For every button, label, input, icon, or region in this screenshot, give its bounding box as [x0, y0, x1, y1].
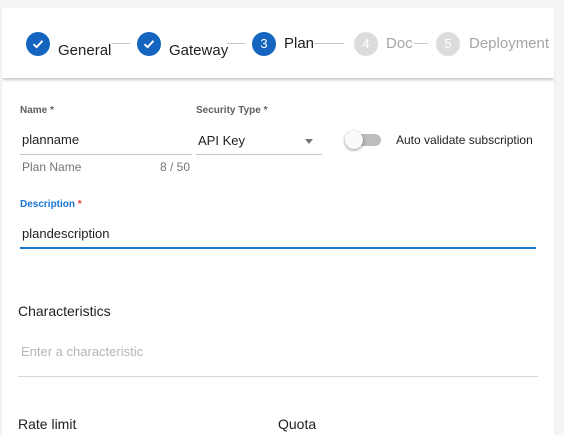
- wizard-stepper: General Gateway 3 Plan 4 Doc 5 Deploymen…: [2, 8, 554, 78]
- characteristics-title: Characteristics: [18, 303, 111, 319]
- security-type-label: Security Type *: [196, 105, 268, 116]
- step-plan-circle: 3: [252, 32, 276, 56]
- step-general-label: General: [58, 42, 112, 59]
- step-connector: [112, 43, 130, 44]
- step-deployment-label: Deployment: [469, 35, 550, 52]
- description-underline: [20, 247, 536, 249]
- step-gateway-label: Gateway: [169, 42, 229, 59]
- characteristic-underline: [18, 376, 538, 377]
- characteristic-input[interactable]: Enter a characteristic: [21, 344, 143, 359]
- rate-limit-title: Rate limit: [18, 416, 77, 432]
- step-doc-label: Doc: [386, 35, 413, 52]
- step-connector: [227, 43, 245, 44]
- description-input[interactable]: plandescription: [22, 226, 109, 241]
- auto-validate-toggle-thumb[interactable]: [345, 131, 363, 149]
- name-label: Name *: [20, 105, 54, 116]
- auto-validate-label: Auto validate subscription: [396, 133, 533, 147]
- security-type-select[interactable]: API Key: [198, 133, 245, 148]
- description-label-text: Description: [20, 199, 76, 210]
- step-doc-circle: 4: [354, 32, 378, 56]
- name-label-text: Name: [20, 105, 48, 116]
- name-input-underline: [20, 154, 192, 155]
- required-mark: *: [263, 105, 268, 116]
- check-icon: [143, 40, 155, 49]
- step-plan-label: Plan: [284, 35, 315, 52]
- plan-form-card: General Gateway 3 Plan 4 Doc 5 Deploymen…: [2, 8, 554, 435]
- step-deployment-circle: 5: [436, 32, 460, 56]
- step-gateway-circle: [137, 32, 161, 56]
- security-type-underline: [196, 154, 322, 155]
- plan-form: Name * planname Plan Name 8 / 50 Securit…: [2, 78, 554, 435]
- name-char-counter: 8 / 50: [160, 160, 191, 174]
- step-connector: [414, 43, 428, 44]
- quota-title: Quota: [278, 416, 317, 432]
- description-label: Description *: [20, 199, 82, 210]
- name-input[interactable]: planname: [22, 132, 79, 147]
- security-type-label-text: Security Type: [196, 105, 261, 116]
- check-icon: [32, 40, 44, 49]
- chevron-down-icon[interactable]: [305, 139, 313, 144]
- step-general-circle: [26, 32, 50, 56]
- required-mark: *: [50, 105, 54, 116]
- required-mark: *: [77, 199, 82, 210]
- name-hint: Plan Name: [22, 160, 82, 174]
- step-connector: [314, 43, 344, 44]
